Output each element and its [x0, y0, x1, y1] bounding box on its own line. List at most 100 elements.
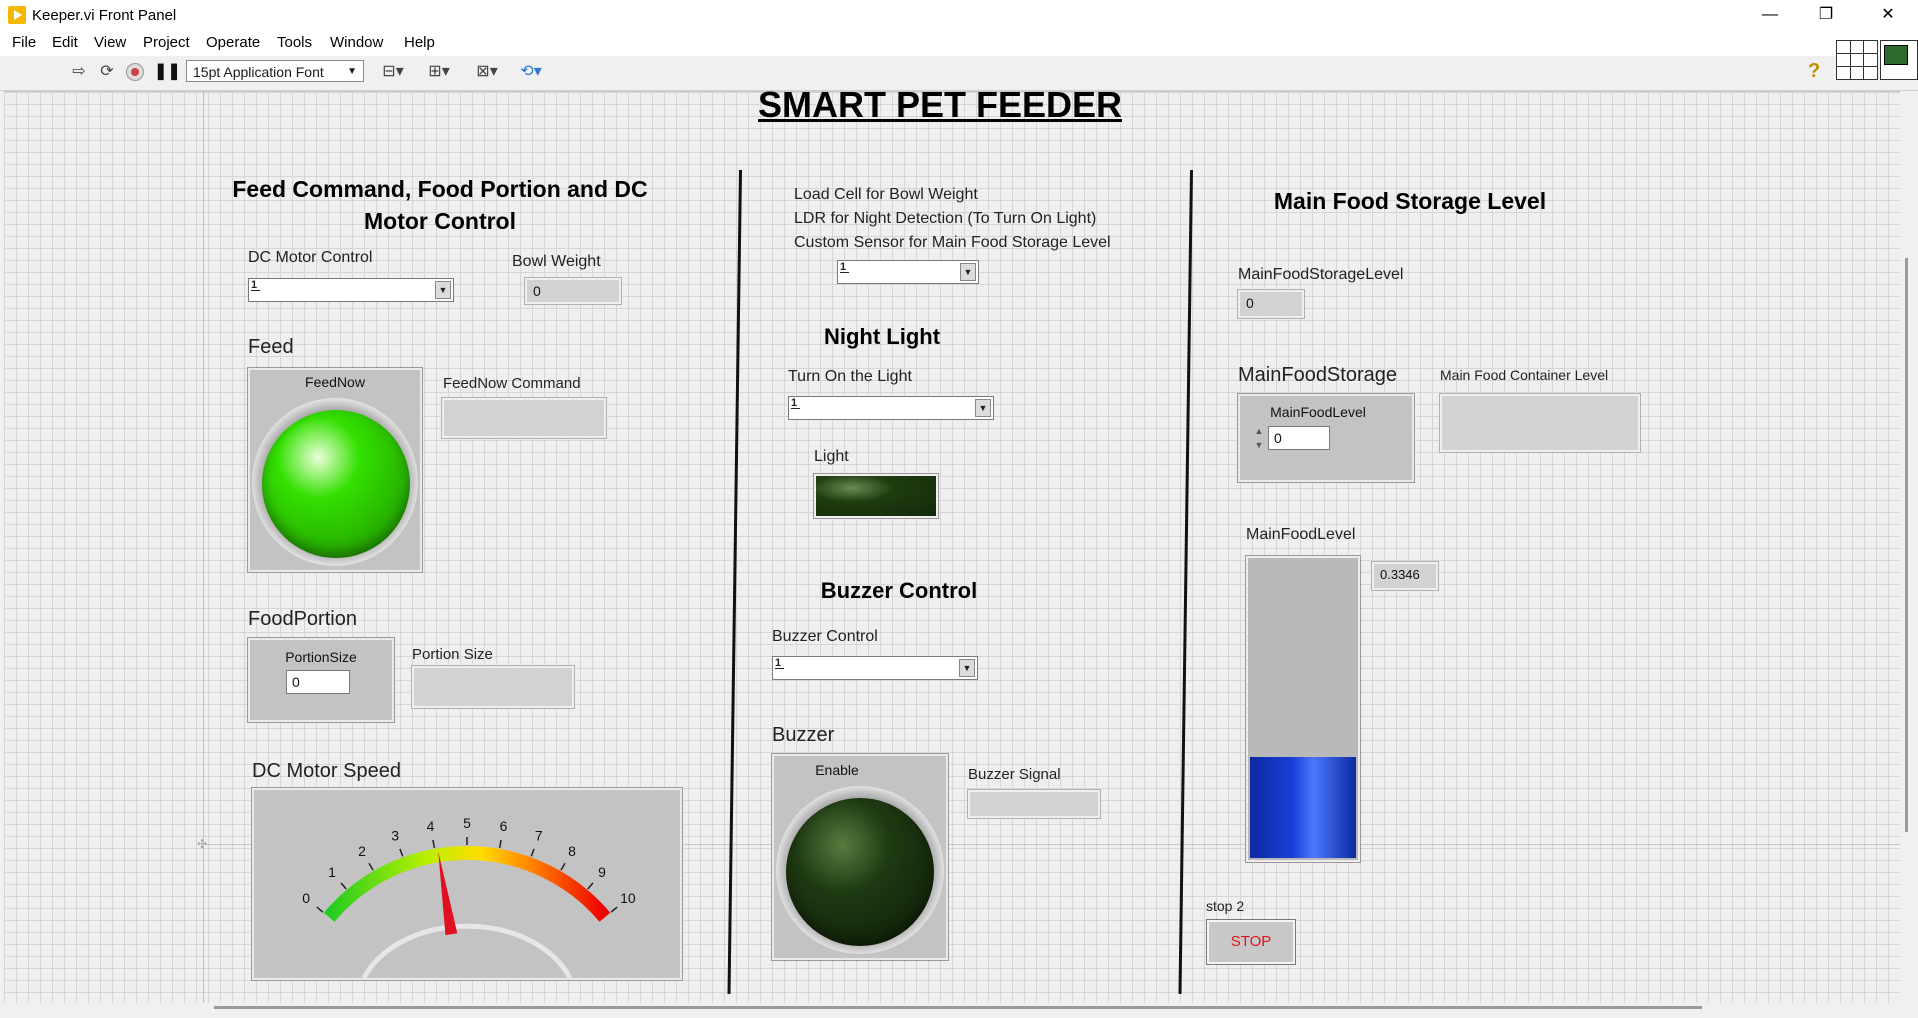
main-food-storage-level-label: MainFoodStorageLevel — [1238, 266, 1404, 283]
gauge-tick — [560, 862, 566, 871]
stop-button[interactable]: STOP — [1206, 919, 1296, 965]
bowl-weight-label: Bowl Weight — [512, 253, 601, 270]
gauge-tick-label: 5 — [463, 815, 471, 831]
sensor-line-2: LDR for Night Detection (To Turn On Ligh… — [794, 210, 1097, 227]
menu-tools[interactable]: Tools — [277, 34, 312, 51]
panel-title: SMART PET FEEDER — [757, 84, 1123, 125]
main-food-storage-heading: Main Food Storage Level — [1273, 188, 1547, 214]
buzzer-control-label: Buzzer Control — [772, 628, 878, 645]
abort-icon[interactable] — [126, 63, 144, 81]
gauge-color-arc — [323, 846, 611, 922]
ring-index-icon: 1 — [840, 261, 850, 273]
buzzer-signal-indicator — [967, 789, 1101, 819]
gauge-tick-label: 2 — [358, 843, 366, 859]
pause-icon[interactable]: ❚❚ — [154, 62, 181, 82]
menu-edit[interactable]: Edit — [52, 34, 78, 51]
buzzer-signal-label: Buzzer Signal — [968, 766, 1061, 783]
turn-on-light-label: Turn On the Light — [788, 368, 912, 385]
menu-file[interactable]: File — [12, 34, 36, 51]
tank-fill — [1250, 756, 1356, 858]
menu-window[interactable]: Window — [330, 34, 383, 51]
chevron-down-icon[interactable]: ▼ — [975, 399, 991, 417]
sensor-line-1: Load Cell for Bowl Weight — [794, 186, 978, 203]
align-objects-icon[interactable]: ⊟▾ — [376, 62, 410, 82]
connector-pane-icon[interactable] — [1836, 40, 1878, 80]
panel-guide-vertical — [203, 91, 204, 1003]
ring-index-icon: 1 — [251, 279, 261, 291]
stop-caption: stop 2 — [1206, 898, 1245, 914]
feednow-led[interactable] — [262, 410, 410, 558]
chevron-down-icon[interactable]: ▼ — [959, 659, 975, 677]
scrollbar-track-vertical — [1900, 91, 1918, 1003]
sensor-select-ring[interactable]: 1 ▼ — [837, 260, 979, 284]
gauge-tick — [340, 882, 347, 890]
context-help-icon[interactable]: ? — [1808, 60, 1820, 83]
close-button[interactable]: ✕ — [1860, 0, 1916, 32]
distribute-objects-icon[interactable]: ⊞▾ — [422, 62, 456, 82]
left-section-heading: Feed Command, Food Portion and DC Motor … — [232, 176, 648, 234]
gauge-tick-label: 1 — [328, 864, 336, 880]
font-select-value: 15pt Application Font — [193, 64, 324, 80]
restore-button[interactable]: ❐ — [1798, 0, 1854, 32]
portionsize-input[interactable]: 0 — [286, 670, 350, 694]
run-arrow-icon[interactable]: ⇨ — [68, 62, 90, 82]
minimize-button[interactable]: — — [1742, 0, 1798, 32]
gauge-tick-label: 3 — [391, 828, 399, 844]
reorder-icon[interactable]: ⟲▾ — [512, 62, 550, 82]
enable-led[interactable] — [786, 798, 934, 946]
vi-icon[interactable] — [1880, 40, 1918, 80]
gauge-tick — [530, 848, 535, 857]
vertical-scrollbar[interactable] — [1905, 258, 1908, 832]
main-food-storage-level-indicator: 0 — [1237, 289, 1305, 319]
gauge-color-band — [323, 846, 611, 922]
turn-on-light-ring[interactable]: 1 ▼ — [788, 396, 994, 420]
sensor-line-3: Custom Sensor for Main Food Storage Leve… — [794, 234, 1111, 251]
origin-marker-icon: ✣ — [197, 837, 208, 851]
chevron-down-icon[interactable]: ▼ — [435, 281, 451, 299]
main-food-level-tank — [1245, 555, 1361, 863]
dc-motor-control-label: DC Motor Control — [248, 249, 373, 266]
portion-size-indicator-label: Portion Size — [412, 646, 493, 663]
light-label: Light — [814, 448, 849, 465]
gauge-tick-label: 4 — [427, 818, 435, 834]
enable-label: Enable — [815, 762, 859, 778]
feednow-label: FeedNow — [305, 374, 365, 390]
mainfoodlevel-control-label: MainFoodLevel — [1270, 404, 1366, 420]
menu-project[interactable]: Project — [143, 34, 190, 51]
bowl-weight-indicator: 0 — [524, 277, 622, 305]
mainfoodlevel-input[interactable]: 0 — [1268, 426, 1330, 450]
gauge-tick-label: 6 — [500, 818, 508, 834]
gauge-tick-label: 0 — [302, 890, 310, 906]
light-indicator — [813, 473, 939, 519]
dc-motor-speed-label: DC Motor Speed — [252, 760, 401, 782]
foodportion-section-label: FoodPortion — [248, 608, 357, 630]
font-select[interactable]: 15pt Application Font ▼ — [186, 60, 364, 82]
gauge-tick-label: 10 — [620, 890, 636, 906]
chevron-down-icon[interactable]: ▼ — [960, 263, 976, 281]
chevron-down-icon: ▼ — [347, 66, 357, 77]
menu-view[interactable]: View — [94, 34, 126, 51]
horizontal-scrollbar[interactable] — [214, 1006, 1702, 1009]
feed-section-label: Feed — [248, 336, 294, 358]
window-title: Keeper.vi Front Panel — [32, 7, 177, 24]
dc-motor-control-ring[interactable]: 1 ▼ — [248, 278, 454, 302]
buzzer-control-ring[interactable]: 1 ▼ — [772, 656, 978, 680]
main-food-storage-section-label: MainFoodStorage — [1238, 364, 1397, 386]
portionsize-label: PortionSize — [285, 649, 357, 665]
buzzer-control-heading: Buzzer Control — [820, 578, 978, 603]
night-light-heading: Night Light — [823, 324, 941, 349]
increment-decrement-icon[interactable]: ▲ ▼ — [1252, 424, 1266, 454]
gauge-tick — [587, 882, 594, 890]
run-continuously-icon[interactable]: ⟳ — [96, 62, 118, 82]
menu-operate[interactable]: Operate — [206, 34, 260, 51]
gauge-tick — [610, 906, 618, 913]
tank-label: MainFoodLevel — [1246, 526, 1356, 543]
resize-objects-icon[interactable]: ⊠▾ — [468, 62, 506, 82]
feednow-command-indicator — [441, 397, 607, 439]
abort-dot-icon — [131, 68, 139, 76]
gauge-tick — [399, 848, 404, 857]
gauge-tick — [498, 839, 502, 848]
menu-help[interactable]: Help — [404, 34, 435, 51]
feednow-command-label: FeedNow Command — [443, 375, 581, 392]
portion-size-indicator — [411, 665, 575, 709]
